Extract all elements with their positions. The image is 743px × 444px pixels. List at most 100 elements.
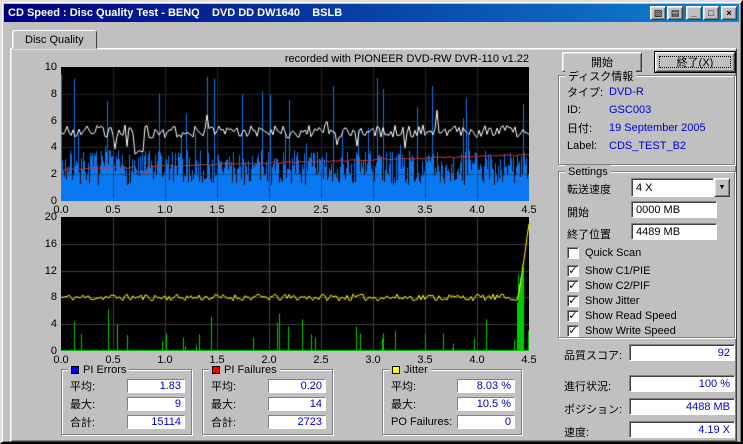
settings-group: Settings 転送速度 4 X ▼ 開始 0000 MB 終了位置 4489…	[558, 165, 735, 338]
stat-label: 平均:	[211, 380, 237, 393]
y-tick-label: 4	[50, 318, 57, 330]
y-tick-label: 8	[50, 291, 57, 303]
maximize-button[interactable]: □	[703, 6, 719, 20]
minimize-button[interactable]: _	[686, 6, 702, 20]
x-tick-label: 3.0	[365, 354, 381, 366]
checkbox-label: Show C2/PIF	[585, 280, 650, 292]
pi-errors-color-swatch	[71, 365, 79, 374]
close-button[interactable]: ×	[721, 6, 737, 20]
speed-select[interactable]: 4 X ▼	[631, 178, 730, 197]
x-tick-label: 2.5	[313, 204, 329, 216]
stat-row: 最大: 14	[211, 396, 326, 411]
stat-label: 最大:	[70, 398, 96, 411]
y-tick-label: 20	[44, 211, 57, 223]
start-position-field[interactable]: 0000 MB	[631, 201, 717, 218]
checkbox-label: Show C1/PIE	[585, 265, 651, 277]
titlebar-buttons: ▨ ▤ _ □ ×	[649, 6, 737, 20]
position-value: 4488 MB	[629, 398, 735, 415]
pi-failures-color-swatch	[212, 365, 220, 374]
checkbox-show-jitter[interactable]: ✓ Show Jitter	[567, 295, 639, 307]
stat-value: 0	[457, 414, 515, 429]
y-tick-label: 16	[44, 238, 57, 250]
jitter-group: Jitter 平均: 8.03 % 最大: 10.5 % PO Failures…	[382, 363, 522, 435]
stat-label: 平均:	[391, 380, 417, 393]
disc-date-value: 19 September 2005	[609, 121, 706, 134]
tab-label: Disc Quality	[25, 34, 84, 46]
disc-type-value: DVD-R	[609, 85, 644, 98]
titlebar[interactable]: CD Speed : Disc Quality Test - BENQ DVD …	[4, 4, 739, 22]
app-window: CD Speed : Disc Quality Test - BENQ DVD …	[0, 0, 743, 444]
chevron-down-icon[interactable]: ▼	[714, 178, 730, 197]
x-tick-label: 1.0	[157, 354, 173, 366]
x-tick-label: 2.0	[261, 354, 277, 366]
stat-label: 最大:	[211, 398, 237, 411]
jitter-color-swatch	[392, 365, 400, 374]
stat-value: 14	[268, 396, 326, 411]
x-tick-label: 2.0	[261, 204, 277, 216]
disc-id-value: GSC003	[609, 103, 652, 116]
checkbox-quick-scan[interactable]: Quick Scan	[567, 247, 641, 259]
exit-button[interactable]: 終了(X)	[654, 51, 736, 73]
x-tick-label: 4.0	[469, 354, 485, 366]
y-tick-label: 8	[50, 88, 57, 100]
disc-type-label: タイプ:	[567, 86, 604, 99]
x-tick-label: 3.5	[417, 204, 433, 216]
position-label: ポジション:	[564, 404, 623, 416]
recorded-with-text: recorded with PIONEER DVD-RW DVR-110 v1.…	[284, 53, 529, 65]
disc-label-label: Label:	[567, 139, 597, 152]
pi-failures-group: PI Failures 平均: 0.20 最大: 14 合計: 2723	[202, 363, 333, 435]
speed-select-value: 4 X	[631, 178, 714, 197]
y-tick-label: 4	[50, 141, 57, 153]
x-tick-label: 1.0	[157, 204, 173, 216]
end-position-field[interactable]: 4489 MB	[631, 223, 717, 240]
disc-date-label: 日付:	[567, 122, 593, 135]
progress-value: 100 %	[629, 375, 735, 392]
y-tick-label: 10	[44, 61, 57, 73]
checkbox-box[interactable]: ✓	[567, 325, 579, 337]
disc-label-value: CDS_TEST_B2	[609, 139, 687, 152]
start-position-label: 開始	[567, 207, 589, 219]
disc-info-row-type: タイプ: DVD-R	[567, 84, 728, 99]
speed-label: 転送速度	[567, 184, 611, 196]
disc-info-group: ディスク情報 タイプ: DVD-R ID: GSC003 日付: 19 Sept…	[558, 69, 735, 165]
stat-row: PO Failures: 0	[391, 414, 515, 429]
pi-failures-jitter-chart	[61, 217, 529, 351]
disc-id-label: ID:	[567, 103, 582, 116]
stat-value: 15114	[127, 414, 185, 429]
checkbox-box[interactable]	[567, 247, 579, 259]
disc-info-row-label: Label: CDS_TEST_B2	[567, 138, 728, 153]
x-tick-label: 1.5	[209, 204, 225, 216]
checkbox-label: Show Jitter	[585, 295, 640, 307]
speed-status-label: 速度:	[564, 427, 590, 439]
quality-score-value: 92	[629, 344, 735, 361]
x-tick-label: 4.5	[521, 204, 537, 216]
checkbox-label: Show Write Speed	[585, 325, 676, 337]
speed-status-value: 4.19 X	[629, 421, 735, 438]
stat-value: 0.20	[268, 378, 326, 393]
tab-disc-quality[interactable]: Disc Quality	[12, 30, 97, 49]
checkbox-box[interactable]: ✓	[567, 280, 579, 292]
end-position-label: 終了位置	[567, 229, 611, 241]
checkbox-show-c2-pif[interactable]: ✓ Show C2/PIF	[567, 280, 650, 292]
stat-label: 合計:	[211, 416, 237, 429]
checkbox-label: Quick Scan	[585, 247, 642, 259]
checkbox-show-read-speed[interactable]: ✓ Show Read Speed	[567, 310, 677, 322]
x-tick-label: 0.5	[105, 204, 121, 216]
checkbox-show-c1-pie[interactable]: ✓ Show C1/PIE	[567, 265, 650, 277]
x-tick-label: 2.5	[313, 354, 329, 366]
stat-value: 9	[127, 396, 185, 411]
checkbox-box[interactable]: ✓	[567, 265, 579, 277]
titlebar-grid-icon[interactable]: ▤	[667, 6, 683, 20]
stat-row: 平均: 8.03 %	[391, 378, 515, 393]
checkbox-box[interactable]: ✓	[567, 310, 579, 322]
disc-info-title: ディスク情報	[565, 69, 637, 83]
x-tick-label: 4.5	[521, 354, 537, 366]
stat-label: 最大:	[391, 398, 417, 411]
y-tick-label: 6	[50, 115, 57, 127]
checkbox-show-write-speed[interactable]: ✓ Show Write Speed	[567, 325, 676, 337]
titlebar-chart-icon[interactable]: ▨	[650, 6, 666, 20]
pi-errors-chart	[61, 67, 529, 201]
checkbox-box[interactable]: ✓	[567, 295, 579, 307]
pi-errors-group: PI Errors 平均: 1.83 最大: 9 合計: 15114	[61, 363, 192, 435]
x-tick-label: 3.5	[417, 354, 433, 366]
